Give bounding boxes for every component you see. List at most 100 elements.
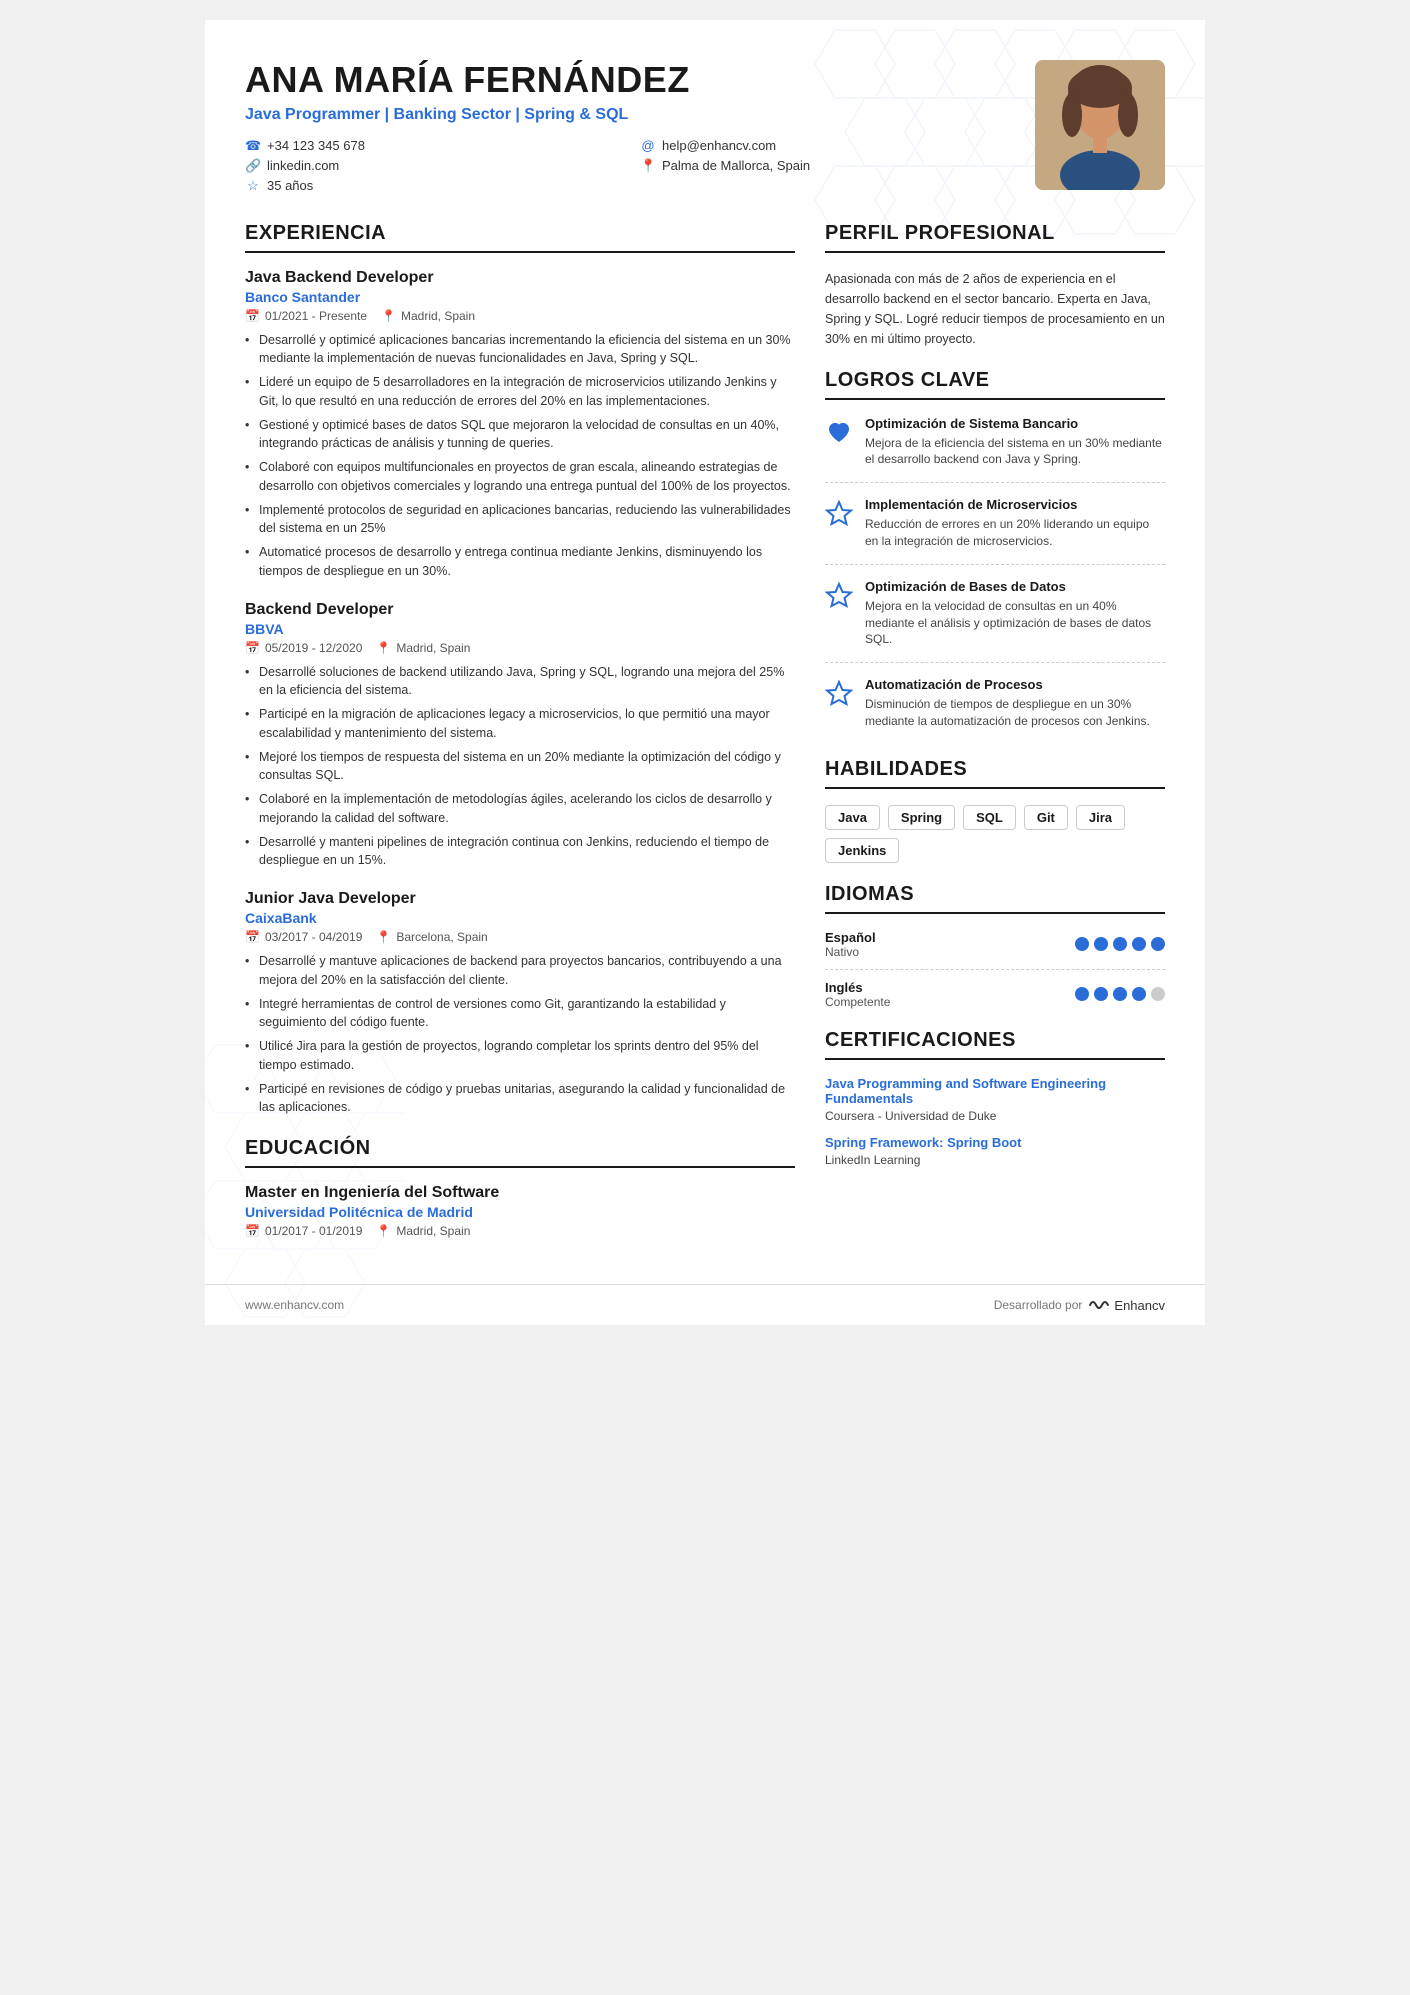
- age-text: 35 años: [267, 178, 313, 193]
- logro-content-3: Automatización de Procesos Disminución d…: [865, 677, 1165, 730]
- idioma-left-0: Español Nativo: [825, 930, 876, 959]
- bullet-2-3: Participé en revisiones de código y prue…: [245, 1080, 795, 1118]
- contact-grid: ☎ +34 123 345 678 @ help@enhancv.com 🔗 l…: [245, 138, 1005, 194]
- perfil-text: Apasionada con más de 2 años de experien…: [825, 269, 1165, 349]
- job-bullets-2: Desarrollé y mantuve aplicaciones de bac…: [245, 952, 795, 1117]
- dot-1-3: [1132, 987, 1146, 1001]
- logro-icon-3: [825, 679, 853, 707]
- bullet-0-3: Colaboré con equipos multifuncionales en…: [245, 458, 795, 496]
- bullet-1-0: Desarrollé soluciones de backend utiliza…: [245, 663, 795, 701]
- job-title-2: Junior Java Developer: [245, 890, 795, 908]
- skill-git: Git: [1024, 805, 1068, 830]
- logro-icon-2: [825, 581, 853, 609]
- phone-icon: ☎: [245, 138, 261, 154]
- educacion-title: EDUCACIÓN: [245, 1137, 795, 1168]
- right-column: PERFIL PROFESIONAL Apasionada con más de…: [825, 222, 1165, 1255]
- dot-1-1: [1094, 987, 1108, 1001]
- email-text: help@enhancv.com: [662, 138, 776, 153]
- job-bullets-1: Desarrollé soluciones de backend utiliza…: [245, 663, 795, 871]
- calendar-icon-0: 📅: [245, 309, 260, 323]
- job-item-1: Backend Developer BBVA 📅 05/2019 - 12/20…: [245, 601, 795, 871]
- logro-title-0: Optimización de Sistema Bancario: [865, 416, 1165, 431]
- footer-brand-name: Enhancv: [1114, 1298, 1165, 1313]
- logro-icon-1: [825, 499, 853, 527]
- idioma-name-1: Inglés: [825, 980, 890, 995]
- linkedin-icon: 🔗: [245, 158, 261, 174]
- perfil-section: PERFIL PROFESIONAL Apasionada con más de…: [825, 222, 1165, 349]
- job-loc-1: 📍 Madrid, Spain: [376, 641, 470, 655]
- job-loc-0: 📍 Madrid, Spain: [381, 309, 475, 323]
- pin-icon-0: 📍: [381, 309, 396, 323]
- bullet-0-4: Implementé protocolos de seguridad en ap…: [245, 501, 795, 539]
- logro-icon-0: [825, 418, 853, 446]
- logro-item-3: Automatización de Procesos Disminución d…: [825, 677, 1165, 744]
- location-text: Palma de Mallorca, Spain: [662, 158, 810, 173]
- footer-logo: Enhancv: [1088, 1297, 1165, 1313]
- skill-java: Java: [825, 805, 880, 830]
- job-date-0: 📅 01/2021 - Presente: [245, 309, 367, 323]
- left-column: EXPERIENCIA Java Backend Developer Banco…: [245, 222, 795, 1255]
- perfil-title: PERFIL PROFESIONAL: [825, 222, 1165, 253]
- job-company-1: BBVA: [245, 621, 795, 637]
- email-icon: @: [640, 138, 656, 153]
- skill-sql: SQL: [963, 805, 1016, 830]
- cert-item-1: Spring Framework: Spring Boot LinkedIn L…: [825, 1135, 1165, 1167]
- job-bullets-0: Desarrollé y optimicé aplicaciones banca…: [245, 331, 795, 581]
- job-item-2: Junior Java Developer CaixaBank 📅 03/201…: [245, 890, 795, 1117]
- experiencia-section: EXPERIENCIA Java Backend Developer Banco…: [245, 222, 795, 1118]
- calendar-icon-2: 📅: [245, 930, 260, 944]
- logros-section: LOGROS CLAVE Optimización de Sistema Ban…: [825, 369, 1165, 744]
- header-info: ANA MARÍA FERNÁNDEZ Java Programmer | Ba…: [245, 60, 1005, 194]
- cert-provider-0: Coursera - Universidad de Duke: [825, 1109, 1165, 1123]
- idiomas-title: IDIOMAS: [825, 883, 1165, 914]
- logro-desc-3: Disminución de tiempos de despliegue en …: [865, 696, 1165, 730]
- skill-jenkins: Jenkins: [825, 838, 899, 863]
- edu-date-0: 📅 01/2017 - 01/2019: [245, 1224, 362, 1238]
- dot-0-1: [1094, 937, 1108, 951]
- job-title-1: Backend Developer: [245, 601, 795, 619]
- candidate-photo: [1035, 60, 1165, 190]
- logro-item-2: Optimización de Bases de Datos Mejora en…: [825, 579, 1165, 663]
- bullet-1-3: Colaboré en la implementación de metodol…: [245, 790, 795, 828]
- pin-icon-2: 📍: [376, 930, 391, 944]
- contact-linkedin: 🔗 linkedin.com: [245, 158, 610, 174]
- idioma-name-0: Español: [825, 930, 876, 945]
- edu-item-0: Master en Ingeniería del Software Univer…: [245, 1184, 795, 1238]
- logro-content-2: Optimización de Bases de Datos Mejora en…: [865, 579, 1165, 648]
- bullet-1-2: Mejoré los tiempos de respuesta del sist…: [245, 748, 795, 786]
- idioma-ingles: Inglés Competente: [825, 980, 1165, 1019]
- content-wrapper: ANA MARÍA FERNÁNDEZ Java Programmer | Ba…: [205, 20, 1205, 1284]
- resume-page: ANA MARÍA FERNÁNDEZ Java Programmer | Ba…: [205, 20, 1205, 1325]
- cert-name-0: Java Programming and Software Engineerin…: [825, 1076, 1165, 1106]
- bullet-0-1: Lideré un equipo de 5 desarrolladores en…: [245, 373, 795, 411]
- logro-desc-1: Reducción de errores en un 20% liderando…: [865, 516, 1165, 550]
- bullet-2-1: Integré herramientas de control de versi…: [245, 995, 795, 1033]
- logro-desc-2: Mejora en la velocidad de consultas en u…: [865, 598, 1165, 648]
- cert-name-1: Spring Framework: Spring Boot: [825, 1135, 1165, 1150]
- logro-desc-0: Mejora de la eficiencia del sistema en u…: [865, 435, 1165, 469]
- contact-phone: ☎ +34 123 345 678: [245, 138, 610, 154]
- logro-content-0: Optimización de Sistema Bancario Mejora …: [865, 416, 1165, 469]
- bullet-0-2: Gestioné y optimicé bases de datos SQL q…: [245, 416, 795, 454]
- pin-icon-1: 📍: [376, 641, 391, 655]
- main-layout: EXPERIENCIA Java Backend Developer Banco…: [245, 222, 1165, 1255]
- logro-title-2: Optimización de Bases de Datos: [865, 579, 1165, 594]
- bullet-0-5: Automaticé procesos de desarrollo y entr…: [245, 543, 795, 581]
- dot-0-4: [1151, 937, 1165, 951]
- idioma-dots-1: [1075, 987, 1165, 1001]
- dot-0-0: [1075, 937, 1089, 951]
- job-company-2: CaixaBank: [245, 910, 795, 926]
- bullet-1-1: Participé en la migración de aplicacione…: [245, 705, 795, 743]
- linkedin-text: linkedin.com: [267, 158, 339, 173]
- cert-item-0: Java Programming and Software Engineerin…: [825, 1076, 1165, 1123]
- job-date-1: 📅 05/2019 - 12/2020: [245, 641, 362, 655]
- idioma-level-0: Nativo: [825, 945, 876, 959]
- bullet-2-0: Desarrollé y mantuve aplicaciones de bac…: [245, 952, 795, 990]
- edu-school-0: Universidad Politécnica de Madrid: [245, 1204, 795, 1220]
- idioma-level-1: Competente: [825, 995, 890, 1009]
- job-meta-0: 📅 01/2021 - Presente 📍 Madrid, Spain: [245, 309, 795, 323]
- job-company-0: Banco Santander: [245, 289, 795, 305]
- footer-brand: Desarrollado por Enhancv: [994, 1297, 1165, 1313]
- skills-container: Java Spring SQL Git Jira Jenkins: [825, 805, 1165, 863]
- logro-item-1: Implementación de Microservicios Reducci…: [825, 497, 1165, 565]
